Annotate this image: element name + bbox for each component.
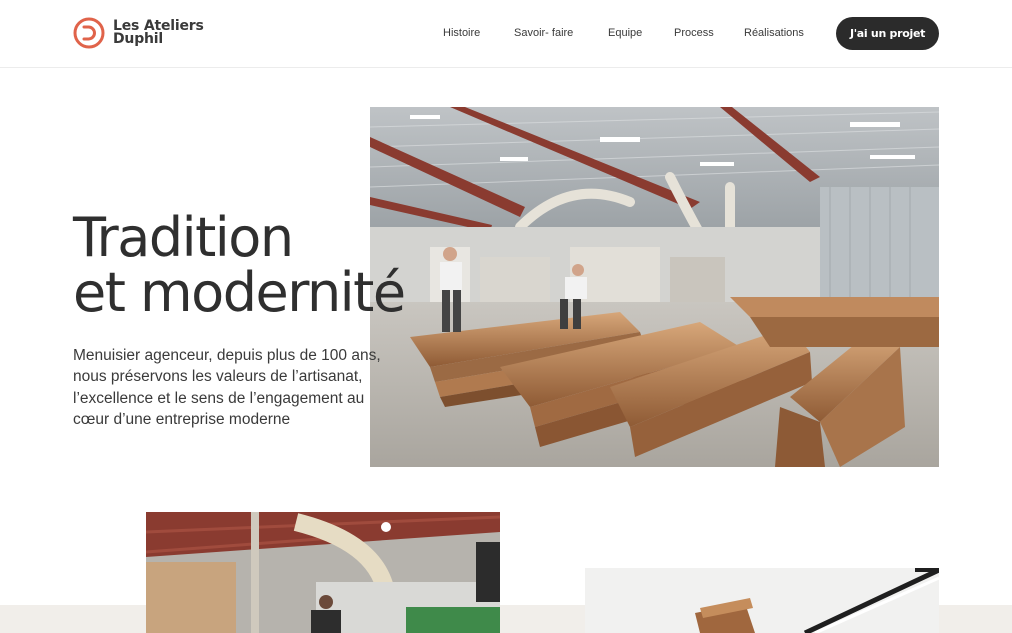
project-cta-button[interactable]: J'ai un projet	[836, 17, 939, 50]
nav-item-process[interactable]: Process	[674, 27, 714, 39]
nav-item-histoire[interactable]: Histoire	[443, 27, 480, 39]
workshop-machine-image	[146, 512, 500, 633]
hero-description: Menuisier agenceur, depuis plus de 100 a…	[73, 347, 381, 428]
hero-title: Tradition et modernité	[73, 206, 406, 324]
hero-title-line-1: Tradition	[73, 206, 294, 269]
nav-item-savoir-faire[interactable]: Savoir- faire	[514, 27, 573, 39]
workshop-illustration	[370, 107, 939, 467]
nav-item-equipe[interactable]: Equipe	[608, 27, 642, 39]
nav-item-realisations[interactable]: Réalisations	[744, 27, 804, 39]
wood-detail-illustration	[585, 568, 939, 633]
workshop-machine-illustration	[146, 512, 500, 633]
site-header: Les Ateliers Duphil Histoire Savoir- fai…	[0, 0, 1012, 68]
hero-title-line-2: et modernité	[73, 261, 406, 324]
hero-workshop-image	[370, 107, 939, 467]
wood-detail-image	[585, 568, 939, 633]
